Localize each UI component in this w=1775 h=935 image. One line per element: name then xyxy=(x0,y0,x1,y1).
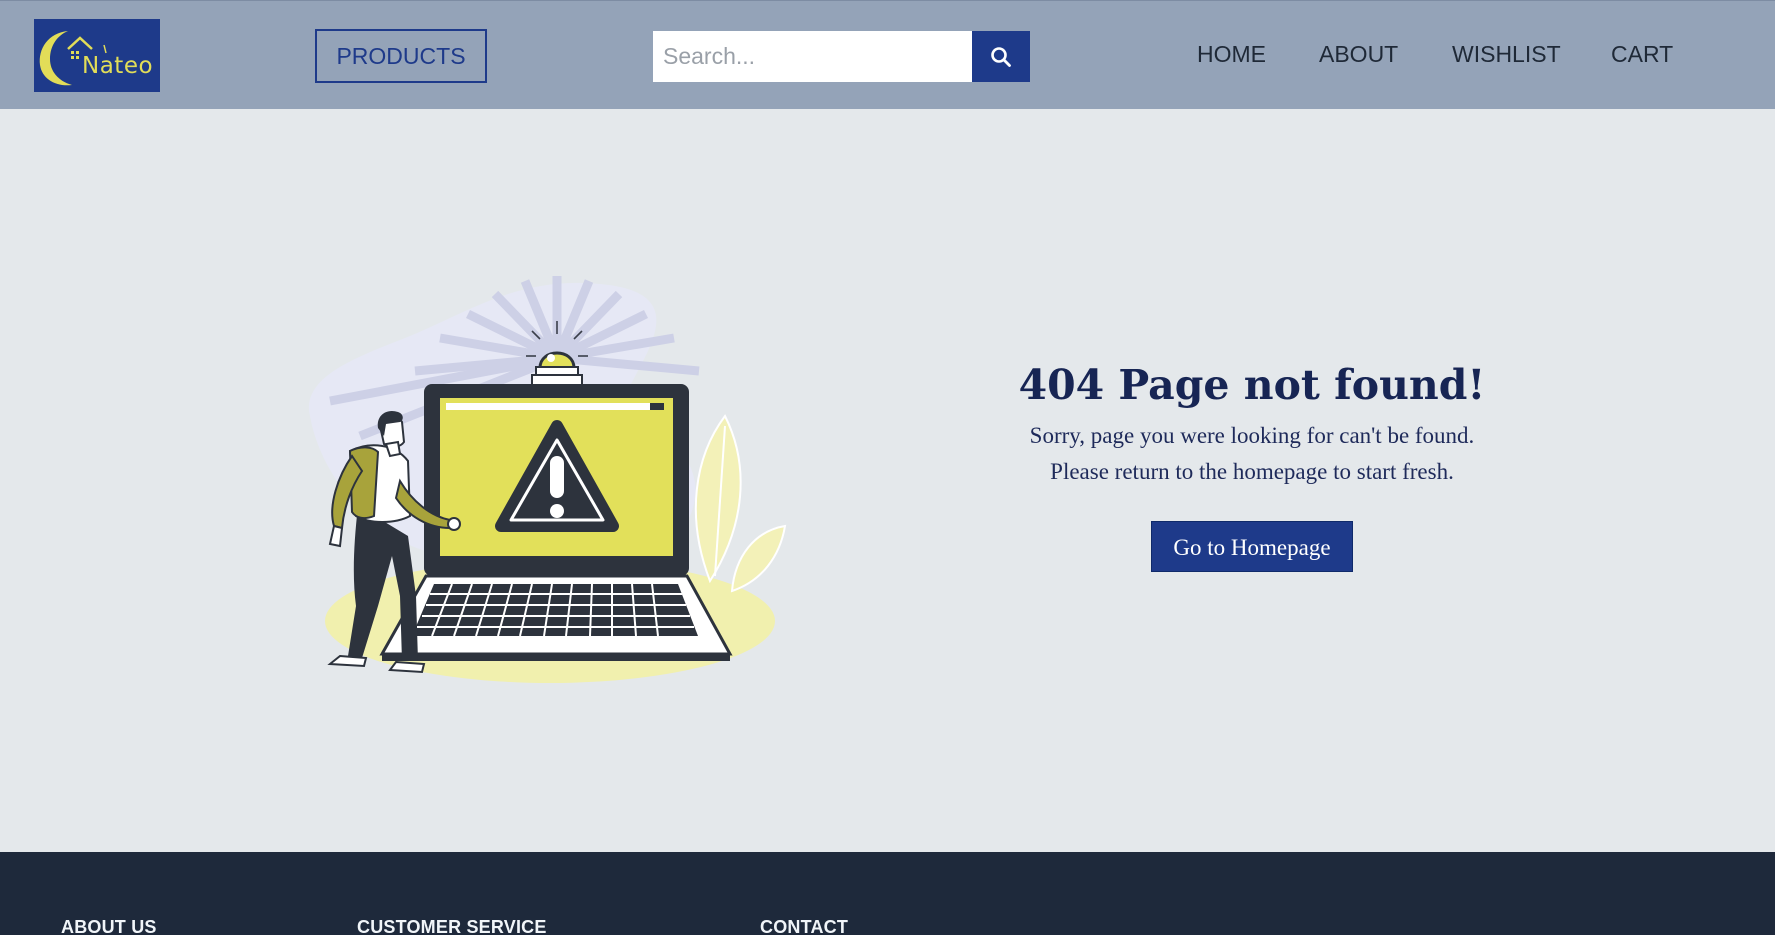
404-laptop-warning-illustration xyxy=(308,276,787,683)
footer-heading-contact: CONTACT xyxy=(760,917,849,935)
footer-heading-about: ABOUT US xyxy=(61,917,157,935)
error-line-1: Sorry, page you were looking for can't b… xyxy=(1029,423,1475,448)
nav-cart[interactable]: CART xyxy=(1611,41,1673,68)
main-nav: HOME ABOUT WISHLIST CART xyxy=(0,1,1775,110)
footer-heading-customer-service: CUSTOMER SERVICE xyxy=(357,917,547,935)
error-title: 404 Page not found! xyxy=(1018,361,1486,409)
error-message: 404 Page not found! Sorry, page you were… xyxy=(950,360,1554,572)
error-line-2: Please return to the homepage to start f… xyxy=(1050,459,1454,484)
nav-home[interactable]: HOME xyxy=(1197,41,1266,68)
main-content: 404 Page not found! Sorry, page you were… xyxy=(0,109,1775,852)
navbar: Nateo PRODUCTS HOME ABOUT WISHLIST CART xyxy=(0,0,1775,109)
nav-wishlist[interactable]: WISHLIST xyxy=(1452,41,1561,68)
go-to-homepage-button[interactable]: Go to Homepage xyxy=(1151,521,1353,572)
footer: ABOUT US CUSTOMER SERVICE CONTACT xyxy=(0,852,1775,935)
nav-about[interactable]: ABOUT xyxy=(1319,41,1398,68)
